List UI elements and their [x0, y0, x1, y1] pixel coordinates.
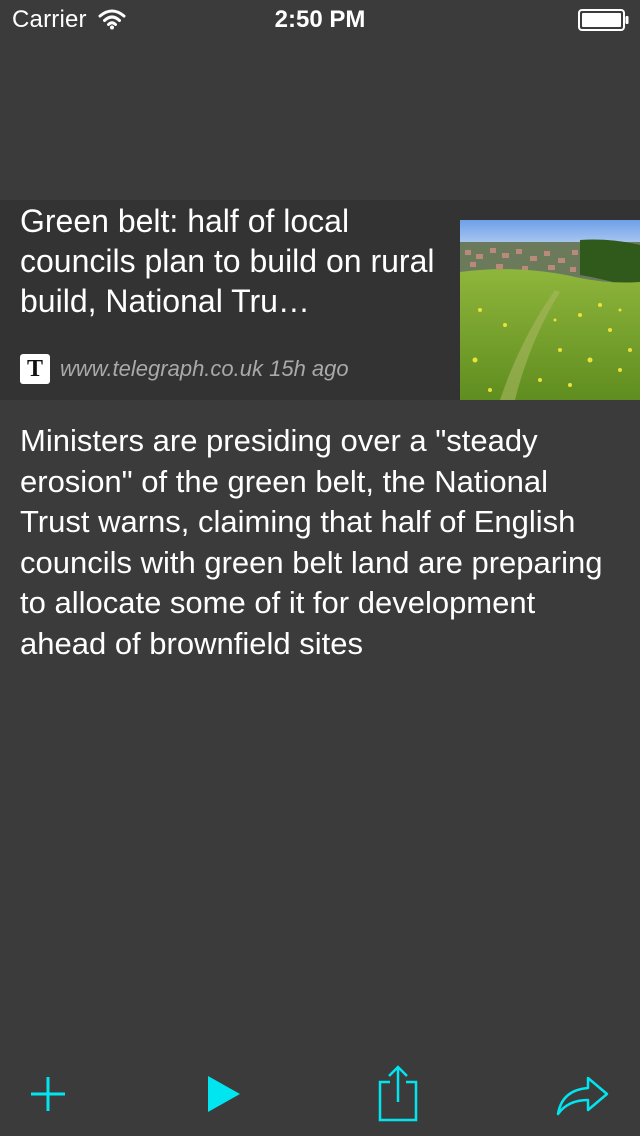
toolbar	[0, 1048, 640, 1136]
article-thumbnail[interactable]	[460, 220, 640, 400]
add-button[interactable]	[18, 1064, 78, 1124]
forward-button[interactable]	[552, 1064, 612, 1124]
forward-icon	[556, 1076, 609, 1116]
telegraph-logo-icon: T	[20, 354, 50, 384]
status-bar: Carrier 2:50 PM	[0, 0, 640, 40]
share-button[interactable]	[368, 1064, 428, 1124]
article-summary: Ministers are presiding over a "steady e…	[20, 423, 603, 661]
source-row: T www.telegraph.co.uk 15h ago	[20, 353, 349, 385]
battery-icon	[578, 9, 629, 31]
article-card[interactable]: Green belt: half of local councils plan …	[0, 200, 640, 400]
plus-icon	[31, 1077, 65, 1111]
play-button[interactable]	[192, 1064, 252, 1124]
article-headline[interactable]: Green belt: half of local councils plan …	[20, 201, 440, 321]
source-logo-letter: T	[26, 356, 43, 382]
screen: Carrier 2:50 PM Green belt: half of loca…	[0, 0, 640, 1136]
share-icon	[378, 1065, 418, 1122]
source-meta: www.telegraph.co.uk 15h ago	[60, 356, 349, 381]
status-time: 2:50 PM	[274, 6, 366, 33]
landscape-image	[460, 220, 640, 400]
play-icon	[208, 1076, 240, 1112]
